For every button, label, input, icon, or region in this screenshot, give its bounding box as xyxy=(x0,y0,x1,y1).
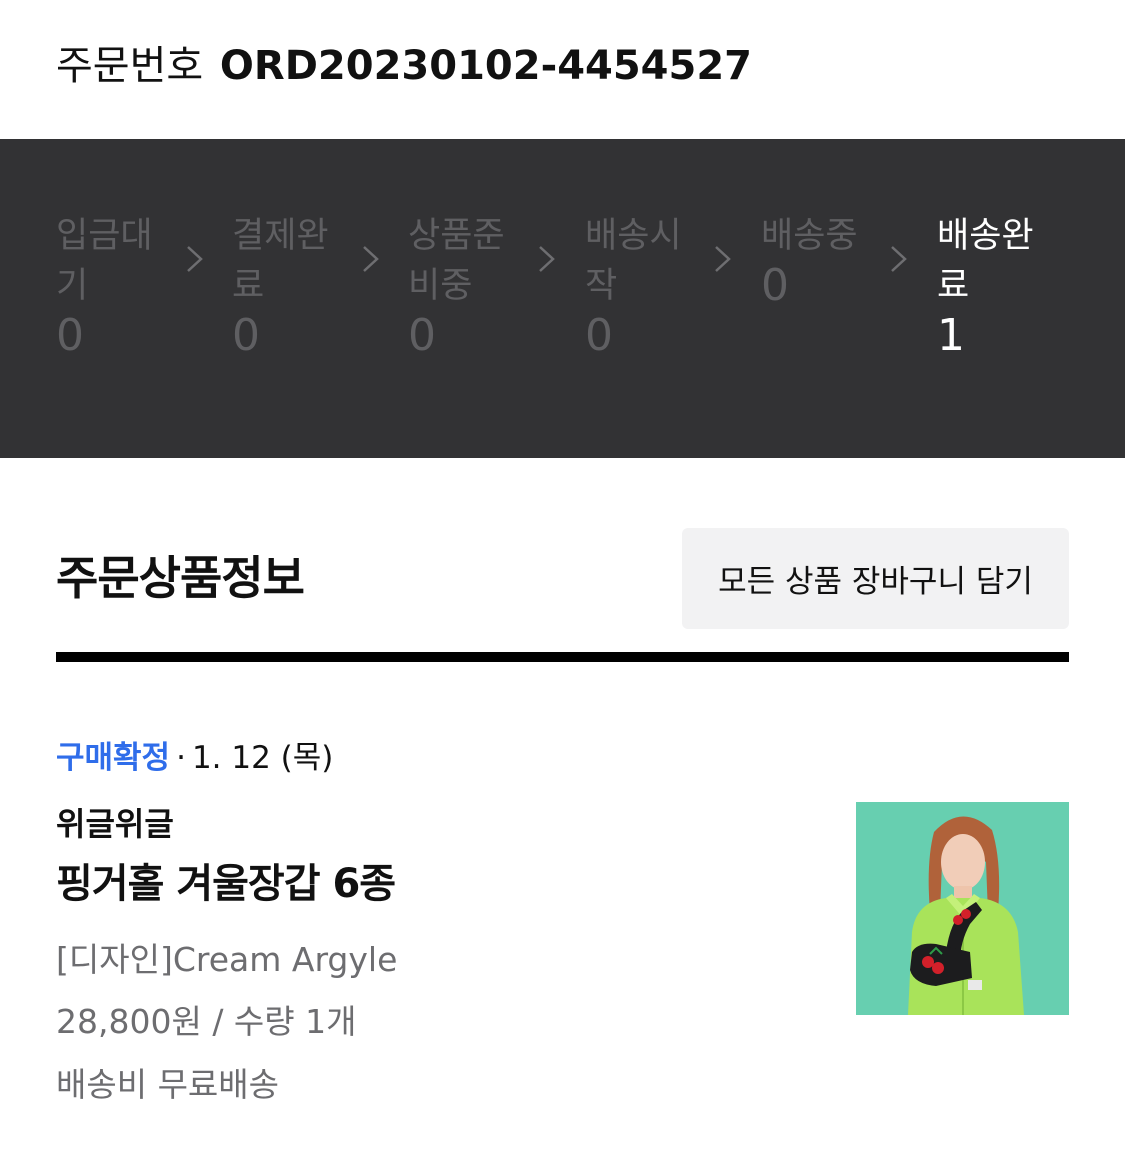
chevron-right-icon xyxy=(712,241,734,277)
product-price-quantity: 28,800원 / 수량 1개 xyxy=(56,1002,357,1041)
status-step-count: 0 xyxy=(56,310,84,361)
status-step-label: 결제완료 xyxy=(232,216,329,306)
chevron-right-icon xyxy=(360,241,382,277)
chevron-right-icon xyxy=(536,241,558,277)
order-number: ORD20230102-4454527 xyxy=(219,43,753,89)
status-step-count: 0 xyxy=(232,310,260,361)
chevron-right-icon xyxy=(184,241,206,277)
shipping-fee: 배송비 무료배송 xyxy=(56,1065,280,1104)
section-title: 주문상품정보 xyxy=(56,551,305,605)
status-step-shipping-started: 배송시작 0 xyxy=(585,211,705,361)
chevron-right-icon xyxy=(888,241,910,277)
status-step-in-transit: 배송중 0 xyxy=(761,211,881,311)
item-status-line: 구매확정 · 1. 12 (목) xyxy=(56,736,333,780)
status-step-label: 상품준비중 xyxy=(408,216,505,306)
status-step-count: 1 xyxy=(937,310,965,361)
status-step-label: 입금대기 xyxy=(56,216,153,306)
brand-name[interactable]: 위글위글 xyxy=(56,802,174,846)
status-step-waiting-deposit: 입금대기 0 xyxy=(56,211,176,361)
order-items-section-header: 주문상품정보 모든 상품 장바구니 담기 xyxy=(56,528,1069,629)
section-divider xyxy=(56,652,1069,662)
order-header: 주문번호 ORD20230102-4454527 xyxy=(0,0,1125,139)
order-status-bar: 입금대기 0 결제완료 0 상품준비중 0 배송시작 0 배송중 0 배송완료 … xyxy=(0,139,1125,458)
purchase-confirmed-badge: 구매확정 xyxy=(56,740,171,776)
status-step-delivered: 배송완료 1 xyxy=(937,211,1057,361)
status-step-count: 0 xyxy=(585,310,613,361)
status-step-preparing: 상품준비중 0 xyxy=(408,211,528,361)
status-step-count: 0 xyxy=(761,260,789,311)
product-name[interactable]: 핑거홀 겨울장갑 6종 xyxy=(56,856,396,912)
order-number-label: 주문번호 xyxy=(56,43,204,89)
status-step-label: 배송중 xyxy=(761,216,858,256)
product-thumbnail[interactable] xyxy=(856,802,1069,1015)
item-status-date: 1. 12 (목) xyxy=(191,740,334,776)
separator-dot: · xyxy=(176,740,186,776)
status-step-label: 배송완료 xyxy=(937,216,1034,306)
add-all-to-cart-button[interactable]: 모든 상품 장바구니 담기 xyxy=(682,528,1069,629)
product-option: [디자인]Cream Argyle xyxy=(56,940,398,979)
status-step-label: 배송시작 xyxy=(585,216,682,306)
status-step-count: 0 xyxy=(408,310,436,361)
status-step-payment-complete: 결제완료 0 xyxy=(232,211,352,361)
order-item[interactable]: 구매확정 · 1. 12 (목) 위글위글 핑거홀 겨울장갑 6종 [디자인]Cre… xyxy=(56,730,1069,1130)
